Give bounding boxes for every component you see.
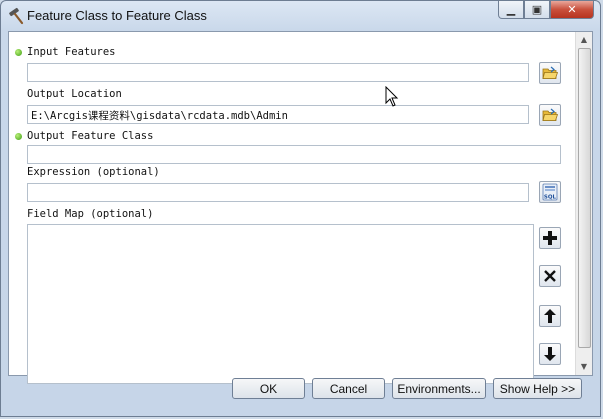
required-indicator [15, 133, 22, 140]
move-down-button[interactable] [539, 343, 561, 365]
output-location-browse-button[interactable] [539, 104, 561, 126]
hammer-icon [9, 7, 24, 25]
maximize-button[interactable]: ▣ [524, 1, 550, 19]
input-features-field[interactable] [27, 63, 529, 82]
sql-icon: SQL [542, 183, 558, 201]
ok-button[interactable]: OK [232, 378, 305, 399]
sql-query-builder-button[interactable]: SQL [539, 181, 561, 203]
button-bar: OK Cancel Environments... Show Help >> [1, 378, 600, 418]
output-location-label: Output Location [27, 88, 122, 100]
maximize-icon: ▣ [531, 3, 543, 16]
delete-icon [544, 270, 556, 282]
move-up-icon [544, 309, 556, 323]
title-bar[interactable]: Feature Class to Feature Class ▁ ▣ ✕ [1, 1, 600, 31]
scroll-down-arrow[interactable]: ▼ [576, 359, 592, 375]
mouse-cursor-icon [385, 86, 399, 107]
output-feature-class-label: Output Feature Class [27, 130, 154, 142]
cancel-button[interactable]: Cancel [312, 378, 385, 399]
vertical-scrollbar[interactable]: ▲ ▼ [575, 32, 592, 375]
sql-icon-text: SQL [544, 195, 557, 201]
minimize-button[interactable]: ▁ [498, 1, 524, 19]
output-location-field[interactable]: E:\Arcgis课程资料\gisdata\rcdata.mdb\Admin [27, 105, 529, 124]
dialog-window: Feature Class to Feature Class ▁ ▣ ✕ Inp… [0, 0, 601, 417]
environments-button[interactable]: Environments... [392, 378, 486, 399]
move-down-icon [544, 347, 556, 361]
output-feature-class-field[interactable] [27, 145, 561, 164]
close-button[interactable]: ✕ [550, 1, 594, 19]
show-help-button[interactable]: Show Help >> [493, 378, 582, 399]
close-icon: ✕ [567, 3, 577, 16]
required-indicator [15, 49, 22, 56]
folder-open-icon [542, 108, 558, 121]
delete-field-button[interactable] [539, 265, 561, 287]
window-title: Feature Class to Feature Class [27, 8, 207, 23]
input-features-browse-button[interactable] [539, 62, 561, 84]
minimize-icon: ▁ [506, 3, 516, 16]
folder-open-icon [542, 66, 558, 79]
scroll-up-arrow[interactable]: ▲ [576, 32, 592, 48]
field-map-list[interactable] [27, 224, 534, 384]
scrollbar-thumb[interactable] [578, 48, 591, 348]
expression-field[interactable] [27, 183, 529, 202]
add-field-button[interactable] [539, 227, 561, 249]
add-icon [543, 231, 557, 245]
tool-panel: Input Features Output Location E:\Arcgis… [8, 31, 593, 384]
move-up-button[interactable] [539, 305, 561, 327]
expression-label: Expression (optional) [27, 166, 160, 178]
input-features-label: Input Features [27, 46, 116, 58]
field-map-label: Field Map (optional) [27, 208, 154, 220]
